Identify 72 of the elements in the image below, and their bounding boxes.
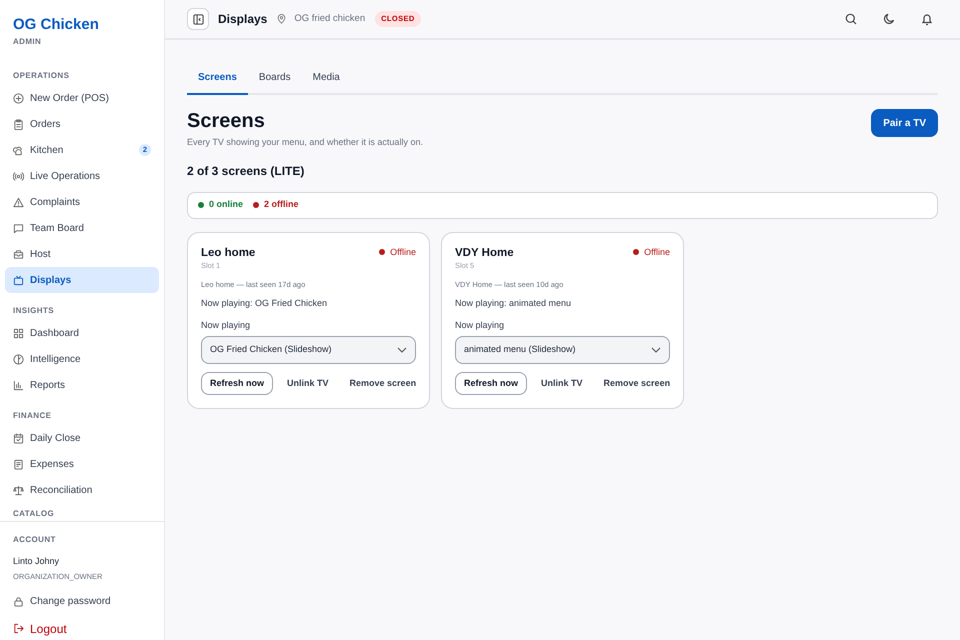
section-heading: OPERATIONS [12, 71, 70, 81]
field-label: Now playing [455, 318, 506, 332]
sidebar-toggle-button[interactable] [187, 8, 209, 30]
tv-icon [13, 274, 24, 286]
nav-item[interactable]: Host [5, 241, 159, 267]
nav-item[interactable]: Daily Close [5, 425, 159, 451]
nav-item[interactable]: Orders [5, 111, 159, 137]
chevron-down-icon [397, 347, 407, 353]
document-icon [13, 458, 24, 470]
status-label: Offline [390, 246, 416, 258]
calendar-check-icon [13, 432, 24, 444]
logout-link[interactable]: Logout [13, 620, 151, 638]
unlink-button[interactable]: Unlink TV [534, 372, 590, 395]
bell-icon [921, 12, 933, 26]
nav-item[interactable]: Displays [5, 267, 159, 293]
nav-item[interactable]: Expenses [5, 451, 159, 477]
section-heading: FINANCE [12, 411, 52, 421]
nav-item[interactable]: Dashboard [5, 320, 159, 346]
nav-item[interactable]: Reports [5, 372, 159, 398]
screen-name: VDY Home [455, 246, 514, 260]
warning-icon [13, 196, 24, 208]
chevron-down-icon [651, 347, 661, 353]
field-label: Now playing [201, 318, 252, 332]
status-label: Offline [644, 246, 670, 258]
role-label: ADMIN [13, 36, 42, 48]
playlist-dropdown[interactable]: animated menu (Slideshow) [455, 336, 670, 364]
now-playing-text: Now playing: animated menu [455, 297, 572, 310]
change-password-link[interactable]: Change password [13, 594, 151, 609]
inbox-icon [13, 248, 24, 260]
refresh-button[interactable]: Refresh now [201, 372, 274, 395]
bar-chart-icon [13, 380, 24, 390]
section-heading: CATALOG [12, 509, 56, 519]
nav-item[interactable]: Complaints [5, 189, 159, 215]
clipboard-icon [13, 118, 24, 130]
section-heading: ACCOUNT [13, 534, 57, 546]
screen-name: Leo home [201, 246, 256, 260]
playlist-dropdown[interactable]: OG Fried Chicken (Slideshow) [201, 336, 416, 364]
sidebar-toggle-icon [192, 14, 204, 24]
remove-button[interactable]: Remove screen [342, 372, 424, 395]
user-name: Linto Johny [13, 555, 60, 568]
lock-icon [13, 596, 24, 607]
plus-circle-icon [13, 92, 24, 104]
section-title: Screens [187, 109, 266, 133]
scale-icon [13, 484, 24, 496]
tab[interactable]: Media [302, 70, 351, 95]
location-label: OG fried chicken [294, 12, 366, 26]
logout-icon [13, 623, 24, 634]
search-icon [845, 13, 857, 25]
section-heading: INSIGHTS [12, 306, 55, 316]
section-description: Every TV showing your menu, and whether it is actually on. [187, 136, 423, 149]
tab[interactable]: Screens [187, 70, 248, 95]
nav-item[interactable]: Reconciliation [5, 477, 159, 503]
nav-item[interactable]: New Order (POS) [5, 85, 159, 111]
remove-button[interactable]: Remove screen [596, 372, 678, 395]
unlink-button[interactable]: Unlink TV [280, 372, 336, 395]
pair-tv-button[interactable]: Pair a TV [871, 109, 938, 137]
nav-item[interactable]: Team Board [5, 215, 159, 241]
grid-icon [13, 328, 24, 338]
broadcast-icon [13, 170, 24, 182]
nav-item[interactable]: Intelligence [5, 346, 159, 372]
chat-bubble-icon [13, 222, 24, 234]
nav-item[interactable]: Live Operations [5, 163, 159, 189]
location-pin-icon [277, 14, 286, 24]
status-count: 0 online [209, 198, 244, 212]
refresh-button[interactable]: Refresh now [455, 372, 528, 395]
status-count: 2 offline [264, 198, 299, 212]
now-playing-text: Now playing: OG Fried Chicken [201, 297, 328, 310]
page-title: Displays [218, 11, 268, 28]
screen-count: 2 of 3 screens (LITE) [187, 162, 306, 180]
moon-icon [883, 13, 895, 25]
brand-name: OG Chicken [13, 16, 100, 34]
tab[interactable]: Boards [248, 70, 302, 95]
